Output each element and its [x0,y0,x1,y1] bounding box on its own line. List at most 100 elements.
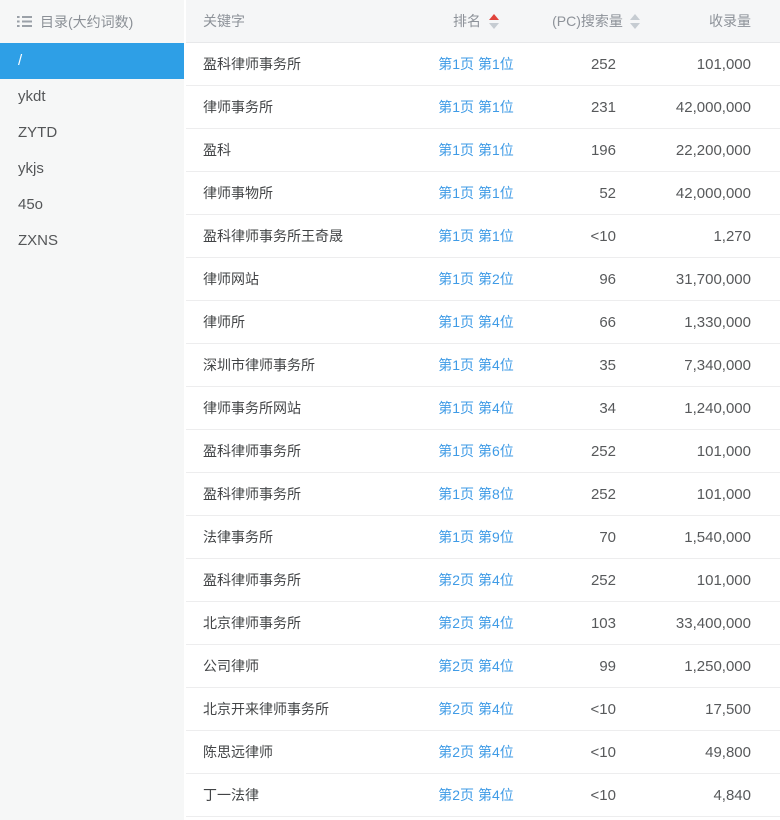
rank-link[interactable]: 第1页 第4位 [438,355,513,375]
table-row: 盈科律师事务所王奇晟 第1页 第1位 <10 1,270 [186,215,780,258]
sidebar-item-45o[interactable]: 45o [0,187,184,223]
column-header-index-count: 收录量 [709,13,751,29]
index-count-cell: 17,500 [705,700,751,718]
rank-link[interactable]: 第1页 第1位 [438,97,513,117]
search-volume-cell: 52 [599,184,616,202]
sidebar-header: 目录(大约词数) [0,0,184,43]
index-count-cell: 101,000 [696,442,751,460]
sidebar-item-ykjs[interactable]: ykjs [0,151,184,187]
sidebar-item-zxns[interactable]: ZXNS [0,223,184,259]
table-row: 公司律师 第2页 第4位 99 1,250,000 [186,645,780,688]
keyword-cell: 律师事务所 [203,99,273,115]
search-volume-cell: 66 [599,313,616,331]
list-icon [17,15,32,28]
column-header-keyword: 关键字 [203,13,245,29]
index-count-cell: 1,250,000 [684,657,751,675]
table-row: 丁一法律 第2页 第4位 <10 4,840 [186,774,780,817]
table-row: 深圳市律师事务所 第1页 第4位 35 7,340,000 [186,344,780,387]
column-header-rank[interactable]: 排名 [453,11,499,31]
sidebar-item-root[interactable]: / [0,43,184,79]
table-row: 北京律师事务所 第2页 第4位 103 33,400,000 [186,602,780,645]
column-header-rank-label: 排名 [453,13,481,29]
rank-link[interactable]: 第1页 第2位 [438,269,513,289]
table-row: 律师事物所 第1页 第1位 52 42,000,000 [186,172,780,215]
sort-asc-icon [629,13,640,20]
rank-link[interactable]: 第1页 第4位 [438,398,513,418]
keyword-cell: 深圳市律师事务所 [203,357,315,373]
table-row: 盈科律师事务所 第1页 第8位 252 101,000 [186,473,780,516]
table-row: 律师网站 第1页 第2位 96 31,700,000 [186,258,780,301]
search-volume-cell: 231 [590,98,616,116]
search-volume-cell: 252 [590,485,616,503]
sort-control-rank[interactable] [489,13,499,29]
search-volume-cell: <10 [590,700,616,718]
keyword-cell: 盈科律师事务所 [203,443,301,459]
search-volume-cell: 96 [599,270,616,288]
keyword-cell: 盈科律师事务所 [203,56,301,72]
keyword-cell: 律师所 [203,314,245,330]
index-count-cell: 31,700,000 [675,270,751,288]
keyword-cell: 律师网站 [203,271,259,287]
keyword-cell: 盈科律师事务所王奇晟 [203,228,343,244]
table-row: 盈科律师事务所 第2页 第4位 252 101,000 [186,559,780,602]
keyword-cell: 法律事务所 [203,529,273,545]
search-volume-cell: 196 [590,141,616,159]
search-volume-cell: <10 [590,743,616,761]
rank-link[interactable]: 第1页 第8位 [438,484,513,504]
index-count-cell: 49,800 [705,743,751,761]
search-volume-cell: 252 [590,571,616,589]
index-count-cell: 4,840 [713,786,751,804]
rank-link[interactable]: 第2页 第4位 [438,785,513,805]
search-volume-cell: 99 [599,657,616,675]
search-volume-cell: 103 [590,614,616,632]
sidebar-title: 目录(大约词数) [40,13,134,30]
search-volume-cell: <10 [590,227,616,245]
search-volume-cell: <10 [590,786,616,804]
keyword-cell: 律师事物所 [203,185,273,201]
keyword-cell: 盈科律师事务所 [203,486,301,502]
index-count-cell: 1,270 [713,227,751,245]
index-count-cell: 1,240,000 [684,399,751,417]
index-count-cell: 42,000,000 [675,98,751,116]
search-volume-cell: 252 [590,55,616,73]
rank-link[interactable]: 第2页 第4位 [438,742,513,762]
keyword-rank-panel: 目录(大约词数) / ykdt ZYTD ykjs 45o ZXNS 关键字 排… [0,0,780,820]
rank-link[interactable]: 第2页 第4位 [438,656,513,676]
table-row: 盈科律师事务所 第1页 第1位 252 101,000 [186,43,780,86]
index-count-cell: 33,400,000 [675,614,751,632]
keyword-cell: 盈科律师事务所 [203,572,301,588]
rank-link[interactable]: 第1页 第1位 [438,183,513,203]
rank-link[interactable]: 第1页 第9位 [438,527,513,547]
rank-link[interactable]: 第2页 第4位 [438,570,513,590]
index-count-cell: 22,200,000 [675,141,751,159]
sort-desc-icon [629,22,640,29]
rank-link[interactable]: 第2页 第4位 [438,699,513,719]
rank-link[interactable]: 第1页 第6位 [438,441,513,461]
index-count-cell: 101,000 [696,571,751,589]
table-row: 律师事务所 第1页 第1位 231 42,000,000 [186,86,780,129]
sort-control-search-volume[interactable] [629,13,640,29]
sort-desc-icon [489,22,499,29]
directory-list: / ykdt ZYTD ykjs 45o ZXNS [0,43,184,259]
table-row: 陈思远律师 第2页 第4位 <10 49,800 [186,731,780,774]
search-volume-cell: 70 [599,528,616,546]
rank-link[interactable]: 第1页 第1位 [438,54,513,74]
index-count-cell: 101,000 [696,55,751,73]
sidebar-item-zytd[interactable]: ZYTD [0,115,184,151]
table-header-row: 关键字 排名 (PC)搜索量 收录量 [186,0,780,43]
column-header-search-volume[interactable]: (PC)搜索量 [552,11,640,31]
table-row: 盈科 第1页 第1位 196 22,200,000 [186,129,780,172]
search-volume-cell: 34 [599,399,616,417]
table-row: 律师事务所网站 第1页 第4位 34 1,240,000 [186,387,780,430]
keyword-table: 关键字 排名 (PC)搜索量 收录量 盈科律师事务所 第1页 第1位 252 1… [186,0,780,817]
search-volume-cell: 252 [590,442,616,460]
rank-link[interactable]: 第1页 第1位 [438,140,513,160]
rank-link[interactable]: 第2页 第4位 [438,613,513,633]
index-count-cell: 101,000 [696,485,751,503]
keyword-cell: 陈思远律师 [203,744,273,760]
keyword-cell: 丁一法律 [203,787,259,803]
rank-link[interactable]: 第1页 第4位 [438,312,513,332]
sidebar-item-ykdt[interactable]: ykdt [0,79,184,115]
rank-link[interactable]: 第1页 第1位 [438,226,513,246]
sort-asc-icon [489,13,499,20]
